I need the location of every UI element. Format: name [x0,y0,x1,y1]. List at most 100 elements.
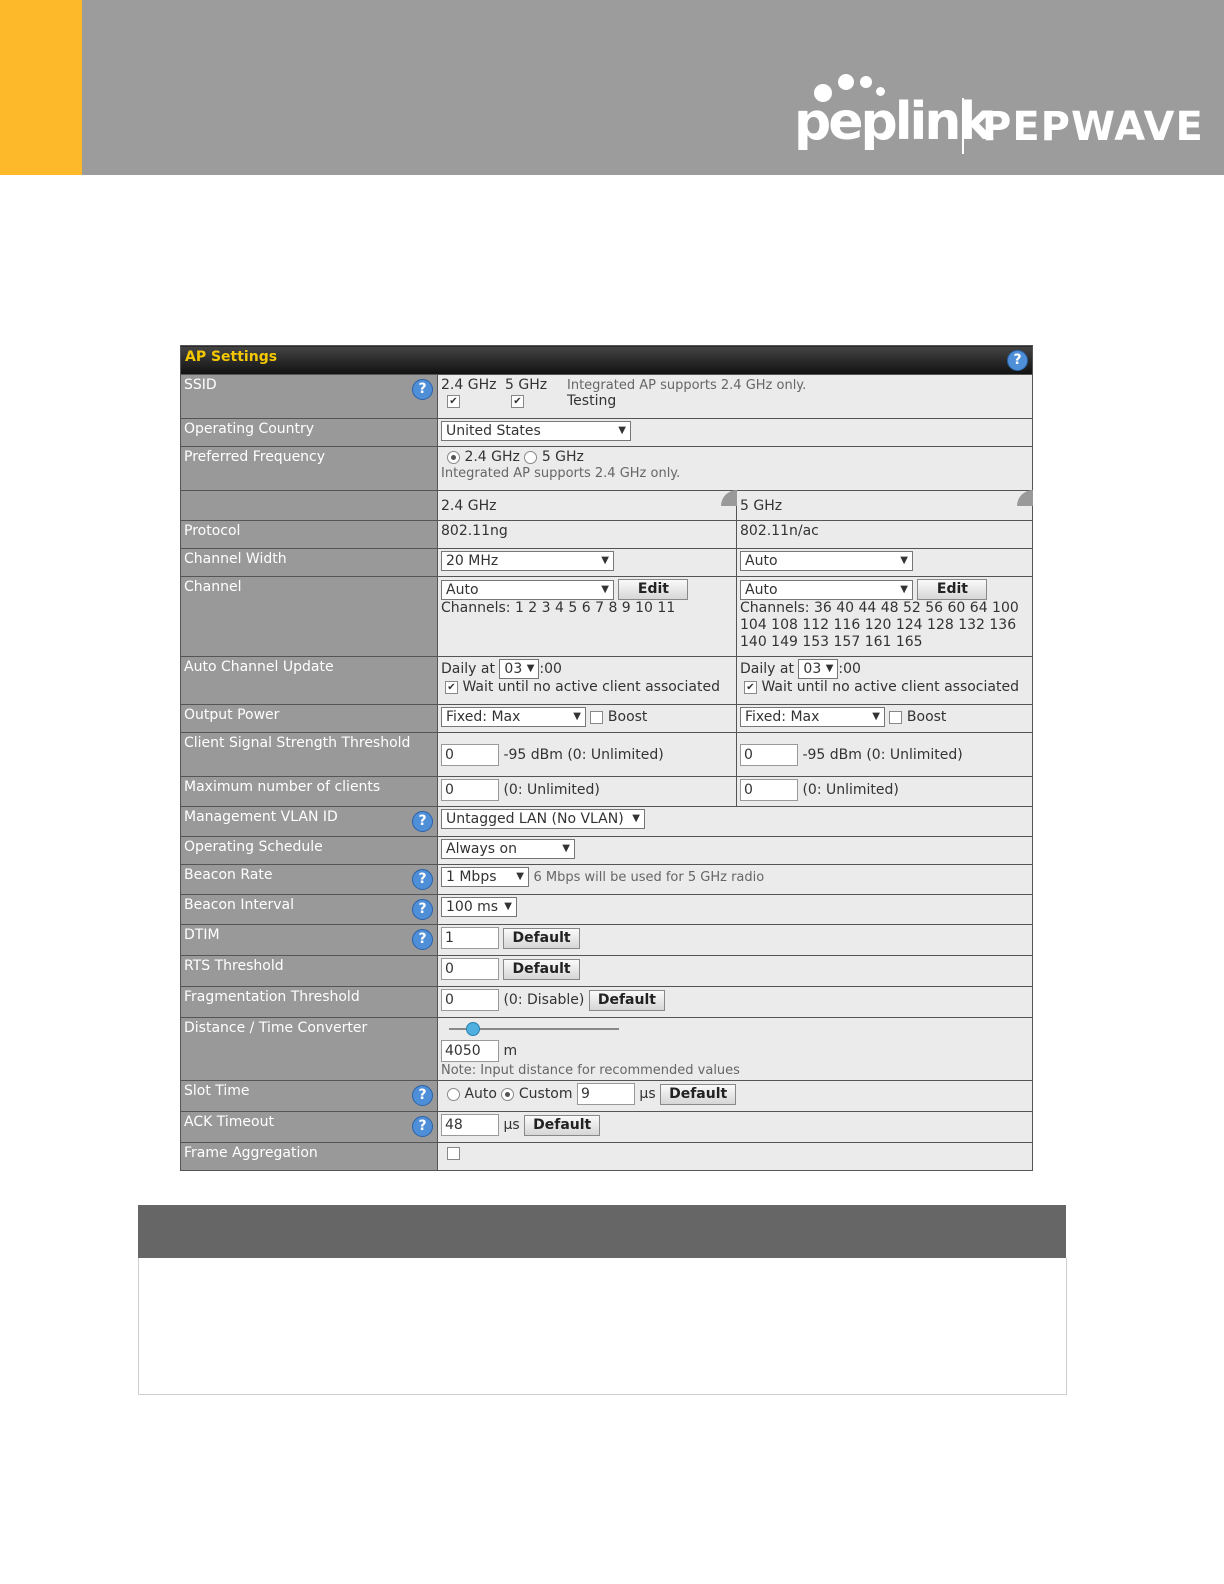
freq-24-label: 2.4 GHz [464,449,520,465]
fragmentation-default-button[interactable]: Default [588,989,665,1011]
boost-5-checkbox[interactable] [889,710,903,724]
distance-slider-handle[interactable] [466,1022,480,1036]
distance-slider[interactable] [441,1020,1029,1040]
auto-channel-5-wait-checkbox[interactable]: ✔ [744,680,757,694]
ack-timeout-default-button[interactable]: Default [524,1114,601,1136]
client-signal-24-input[interactable]: 0 [441,743,499,766]
distance-input[interactable]: 4050 [441,1040,499,1062]
channel-24-edit-button[interactable]: Edit [618,579,689,600]
help-icon[interactable]: ? [412,811,433,832]
client-signal-5-hint: -95 dBm (0: Unlimited) [802,746,963,763]
max-clients-5-input[interactable]: 0 [740,779,798,801]
boost-24-label: Boost [607,709,648,725]
band-header-blank [180,490,438,521]
channel-24-list: Channels: 1 2 3 4 5 6 7 8 9 10 11 [441,600,676,616]
protocol-24: 802.11ng [437,520,737,549]
section-body-box [138,1258,1067,1395]
boost-24-checkbox[interactable] [590,710,604,724]
ssid-label: SSID? [180,374,438,419]
rts-input[interactable]: 0 [441,958,499,980]
help-icon[interactable]: ? [412,379,433,400]
fragmentation-input[interactable]: 0 [441,989,499,1011]
beacon-rate-select[interactable]: 1 Mbps ▼ [441,867,529,887]
auto-channel-24-minutes: :00 [539,661,562,677]
ssid-col-5-label: 5 GHz [505,377,548,393]
client-signal-5-input[interactable]: 0 [740,743,798,766]
slot-time-custom-radio[interactable] [501,1087,515,1101]
channel-5-select[interactable]: Auto ▼ [740,579,913,600]
client-signal-label: Client Signal Strength Threshold [180,732,438,777]
help-icon[interactable]: ? [412,929,433,950]
auto-channel-5-minutes: :00 [838,661,861,677]
output-power-5-select[interactable]: Fixed: Max ▼ [740,707,885,727]
beacon-interval-select[interactable]: 100 ms ▼ [441,897,517,917]
max-clients-24-input[interactable]: 0 [441,779,499,801]
freq-note: Integrated AP supports 2.4 GHz only. [441,466,681,481]
ack-timeout-input[interactable]: 48 [441,1114,499,1136]
freq-24-radio[interactable] [447,450,460,464]
channel-24-select[interactable]: Auto ▼ [441,579,614,600]
auto-channel-24-hour-select[interactable]: 03 ▼ [499,659,540,679]
help-icon[interactable]: ? [412,1116,433,1137]
header-accent-bar [0,0,82,175]
rts-default-button[interactable]: Default [503,958,580,980]
preferred-frequency-label: Preferred Frequency [180,446,438,491]
slot-time-auto-radio[interactable] [447,1087,460,1101]
auto-channel-24-wait-label: Wait until no active client associated [462,679,720,695]
help-icon[interactable]: ? [412,899,433,920]
fragmentation-hint: (0: Disable) [503,992,585,1008]
ack-timeout-label: ACK Timeout? [180,1111,438,1143]
mgmt-vlan-label: Management VLAN ID? [180,806,438,837]
freq-5-radio[interactable] [524,450,538,464]
operating-schedule-select[interactable]: Always on ▼ [441,839,575,859]
slot-time-custom-label: Custom [518,1086,573,1102]
ssid-col-24-label: 2.4 GHz [441,377,497,393]
distance-note: Note: Input distance for recommended val… [441,1063,740,1078]
mgmt-vlan-select[interactable]: Untagged LAN (No VLAN) ▼ [441,809,645,829]
distance-label: Distance / Time Converter [180,1017,438,1081]
output-power-24-select[interactable]: Fixed: Max ▼ [441,707,586,727]
max-clients-5-hint: (0: Unlimited) [802,782,899,798]
operating-schedule-label: Operating Schedule [180,836,438,865]
band-tab-24: 2.4 GHz [437,490,738,521]
channel-width-5-select[interactable]: Auto ▼ [740,551,913,571]
beacon-rate-label: Beacon Rate? [180,864,438,895]
dtim-label: DTIM? [180,924,438,956]
ssid-24-checkbox[interactable]: ✔ [447,394,460,408]
auto-channel-24-wait-checkbox[interactable]: ✔ [445,680,458,694]
freq-5-label: 5 GHz [541,449,584,465]
band-tab-5: 5 GHz [736,490,1034,521]
slot-time-input[interactable]: 9 [576,1083,635,1105]
boost-5-label: Boost [906,709,947,725]
slot-time-default-button[interactable]: Default [660,1083,737,1105]
frame-aggregation-checkbox[interactable] [447,1146,460,1160]
ssid-note: Integrated AP supports 2.4 GHz only. [567,378,807,393]
ap-settings-table: AP Settings ? SSID? 2.4 GHz ✔ 5 GHz ✔ Inte… [180,345,1034,1171]
dtim-input[interactable]: 1 [441,927,499,949]
auto-channel-update-label: Auto Channel Update [180,656,438,705]
ssid-cell: 2.4 GHz ✔ 5 GHz ✔ Integrated AP supports 2… [437,374,1033,419]
max-clients-24-hint: (0: Unlimited) [503,782,600,798]
rts-label: RTS Threshold [180,955,438,987]
ssid-5-checkbox[interactable]: ✔ [511,394,524,408]
slot-time-auto-label: Auto [464,1086,497,1102]
protocol-label: Protocol [180,520,438,549]
beacon-rate-note: 6 Mbps will be used for 5 GHz radio [533,870,765,885]
channel-5-edit-button[interactable]: Edit [917,579,988,600]
beacon-interval-label: Beacon Interval? [180,894,438,925]
slot-time-label: Slot Time? [180,1080,438,1112]
help-icon[interactable]: ? [1007,350,1028,371]
ssid-name-link[interactable]: Testing [567,393,616,409]
operating-country-select[interactable]: United States ▼ [441,421,631,441]
max-clients-label: Maximum number of clients [180,776,438,807]
channel-5-list: Channels: 36 40 44 48 52 56 60 64 100 10… [740,600,1019,650]
auto-channel-5-hour-select[interactable]: 03 ▼ [798,659,839,679]
ap-settings-title-text: AP Settings [185,349,278,365]
dtim-default-button[interactable]: Default [503,927,580,949]
channel-width-24-select[interactable]: 20 MHz ▼ [441,551,614,571]
help-icon[interactable]: ? [412,1085,433,1106]
auto-channel-5-wait-label: Wait until no active client associated [761,679,1019,695]
channel-label: Channel [180,576,438,657]
ack-timeout-unit: μs [503,1117,520,1133]
help-icon[interactable]: ? [412,869,433,890]
